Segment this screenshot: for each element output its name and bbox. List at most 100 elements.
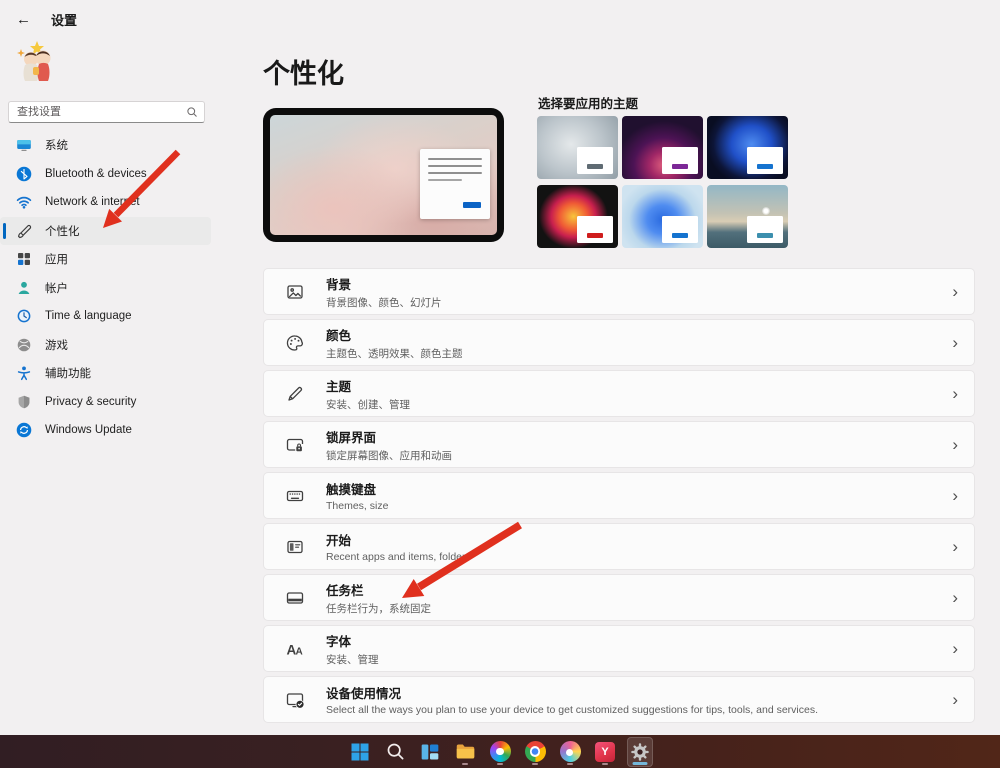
- paint-app-button[interactable]: [557, 737, 583, 767]
- row-subtitle: 锁定屏幕图像、应用和动画: [326, 448, 452, 463]
- chevron-right-icon: ›: [952, 538, 960, 555]
- row-subtitle: 主题色、透明效果、颜色主题: [326, 346, 463, 361]
- theme-card: [662, 147, 698, 174]
- app-header: ← 设置: [16, 10, 77, 29]
- gaming-icon: [16, 337, 32, 353]
- row-fonts[interactable]: AA 字体安装、管理 ›: [263, 625, 975, 672]
- fonts-icon: AA: [285, 639, 305, 659]
- privacy-shield-icon: [16, 394, 32, 410]
- sidebar-item-accounts[interactable]: 帐户: [0, 274, 211, 303]
- sidebar-item-personalization[interactable]: 个性化: [0, 217, 211, 246]
- row-subtitle: Select all the ways you plan to use your…: [326, 704, 818, 716]
- browser-wheel-button[interactable]: [487, 737, 513, 767]
- task-view-button[interactable]: [417, 737, 443, 767]
- row-taskbar[interactable]: 任务栏任务栏行为，系统固定 ›: [263, 574, 975, 621]
- theme-tile-dark-magenta-glow[interactable]: [622, 116, 703, 179]
- row-title: 颜色: [326, 325, 463, 344]
- row-device-usage[interactable]: 设备使用情况 Select all the ways you plan to us…: [263, 676, 975, 723]
- back-button[interactable]: ←: [16, 12, 31, 27]
- sidebar-item-accessibility[interactable]: 辅助功能: [0, 359, 211, 388]
- preview-window-card: [420, 149, 490, 220]
- sidebar-item-label: 游戏: [45, 337, 68, 353]
- chrome-button[interactable]: [522, 737, 548, 767]
- sidebar-item-label: Windows Update: [45, 424, 132, 436]
- row-start[interactable]: 开始 Recent apps and items, folders ›: [263, 523, 975, 570]
- row-title: 设备使用情况: [326, 683, 818, 702]
- sidebar-item-label: Bluetooth & devices: [45, 168, 147, 180]
- row-title: 任务栏: [326, 580, 431, 599]
- taskbar-search-button[interactable]: [382, 737, 408, 767]
- user-avatar: [13, 37, 61, 85]
- row-lock-screen[interactable]: 锁屏界面锁定屏幕图像、应用和动画 ›: [263, 421, 975, 468]
- theme-tile-light-gray-bloom[interactable]: [537, 116, 618, 179]
- theme-tile-blue-bloom-light[interactable]: [622, 185, 703, 248]
- row-subtitle: Recent apps and items, folders: [326, 551, 471, 563]
- row-background[interactable]: 背景背景图像、颜色、幻灯片 ›: [263, 268, 975, 315]
- theme-tile-colorful-flower-dark[interactable]: [537, 185, 618, 248]
- lock-screen-icon: [285, 435, 305, 455]
- accessibility-icon: [16, 365, 32, 381]
- sidebar-item-label: 帐户: [45, 280, 68, 296]
- sidebar-item-windows-update[interactable]: Windows Update: [0, 416, 211, 445]
- sidebar-item-privacy-security[interactable]: Privacy & security: [0, 388, 211, 417]
- theme-tile-lake-sunset[interactable]: [707, 185, 788, 248]
- chevron-right-icon: ›: [952, 640, 960, 657]
- accounts-icon: [16, 280, 32, 296]
- row-themes[interactable]: 主题安装、创建、管理 ›: [263, 370, 975, 417]
- chevron-right-icon: ›: [952, 691, 960, 708]
- chevron-right-icon: ›: [952, 436, 960, 453]
- themes-icon: [285, 384, 305, 404]
- network-icon: [16, 194, 32, 210]
- pink-app-icon: Y: [595, 742, 615, 762]
- paint-palette-icon: [560, 741, 581, 762]
- search-box[interactable]: [8, 101, 205, 123]
- search-icon: [386, 742, 405, 761]
- sidebar-item-bluetooth-devices[interactable]: Bluetooth & devices: [0, 160, 211, 189]
- system-icon: [16, 137, 32, 153]
- theme-card: [577, 216, 613, 243]
- row-title: 开始: [326, 530, 471, 549]
- row-colors[interactable]: 颜色主题色、透明效果、颜色主题 ›: [263, 319, 975, 366]
- browser-wheel-icon: [490, 741, 511, 762]
- theme-tile-blue-bloom-dark[interactable]: [707, 116, 788, 179]
- taskbar-icon: [285, 588, 305, 608]
- windows-update-icon: [16, 422, 32, 438]
- settings-button[interactable]: [627, 737, 653, 767]
- sidebar-item-label: Network & internet: [45, 196, 140, 208]
- file-explorer-button[interactable]: [452, 737, 478, 767]
- row-subtitle: 背景图像、颜色、幻灯片: [326, 295, 442, 310]
- bluetooth-icon: [16, 166, 32, 182]
- windows-logo-icon: [350, 742, 370, 762]
- row-title: 字体: [326, 631, 379, 650]
- theme-card: [747, 147, 783, 174]
- sidebar-nav: 系统 Bluetooth & devices Network & interne…: [0, 131, 211, 445]
- chevron-right-icon: ›: [952, 487, 960, 504]
- sidebar-item-label: 个性化: [45, 223, 80, 239]
- task-view-icon: [420, 742, 440, 762]
- window-title: 设置: [51, 10, 77, 29]
- search-input[interactable]: [17, 106, 186, 118]
- pink-app-button[interactable]: Y: [592, 737, 618, 767]
- sidebar-item-system[interactable]: 系统: [0, 131, 211, 160]
- time-language-icon: [16, 308, 32, 324]
- row-title: 锁屏界面: [326, 427, 452, 446]
- apps-icon: [16, 251, 32, 267]
- sidebar-item-time-language[interactable]: Time & language: [0, 302, 211, 331]
- sidebar-item-label: Privacy & security: [45, 396, 136, 408]
- row-title: 背景: [326, 274, 442, 293]
- sidebar-item-apps[interactable]: 应用: [0, 245, 211, 274]
- sidebar-item-label: 应用: [45, 251, 68, 267]
- row-title: 主题: [326, 376, 410, 395]
- personalization-icon: [16, 223, 32, 239]
- sidebar-item-network-internet[interactable]: Network & internet: [0, 188, 211, 217]
- theme-picker-label: 选择要应用的主题: [538, 93, 638, 112]
- sidebar-item-label: 辅助功能: [45, 365, 91, 381]
- start-button[interactable]: [347, 737, 373, 767]
- file-explorer-icon: [455, 741, 476, 762]
- device-usage-icon: [285, 690, 305, 710]
- background-icon: [285, 282, 305, 302]
- sidebar-item-gaming[interactable]: 游戏: [0, 331, 211, 360]
- row-touch-keyboard[interactable]: 触摸键盘Themes, size ›: [263, 472, 975, 519]
- row-subtitle: 任务栏行为，系统固定: [326, 601, 431, 616]
- start-menu-icon: [285, 537, 305, 557]
